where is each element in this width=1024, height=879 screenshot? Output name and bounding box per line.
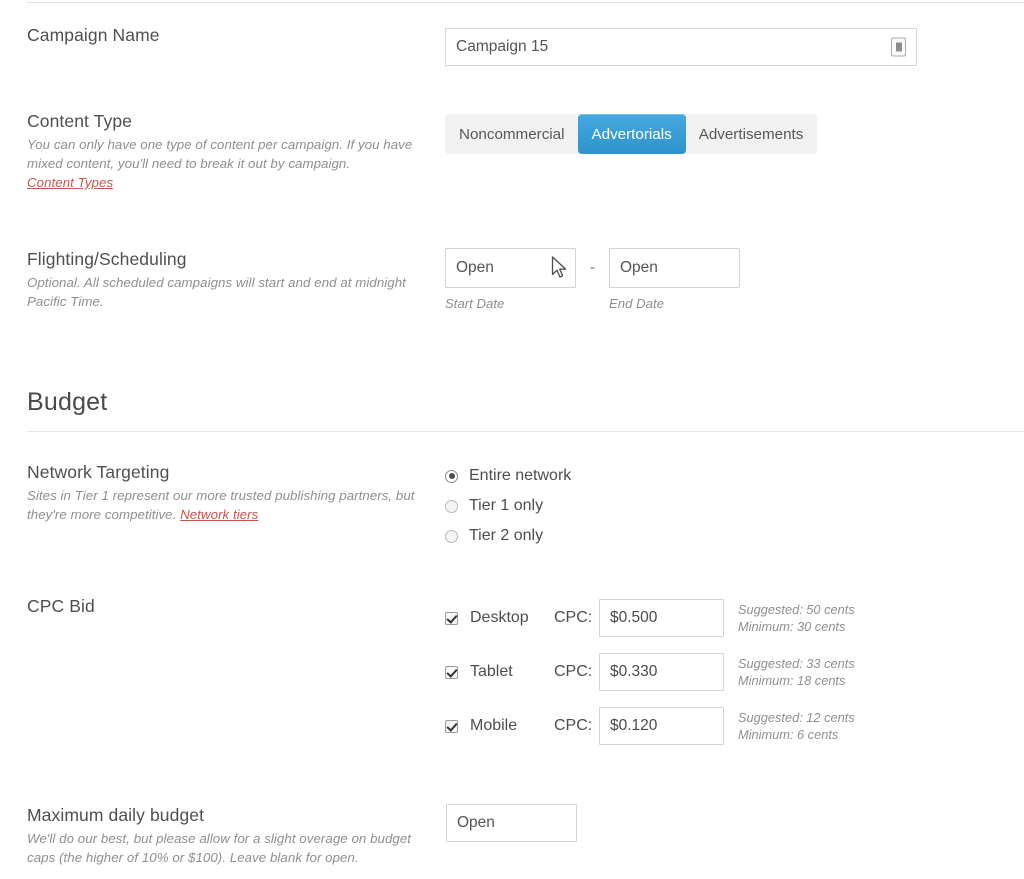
cpc-input-mobile[interactable] <box>599 707 724 745</box>
network-targeting-help: Sites in Tier 1 represent our more trust… <box>27 486 437 524</box>
radio-entire-network[interactable]: Entire network <box>445 461 571 491</box>
cpc-suggested-tablet: Suggested: 33 cents <box>738 656 855 671</box>
radio-tier-1-only-label: Tier 1 only <box>469 497 543 515</box>
network-tiers-link[interactable]: Network tiers <box>180 507 258 522</box>
budget-section-heading: Budget <box>27 388 107 417</box>
network-targeting-field-col: Entire network Tier 1 only Tier 2 only <box>445 461 571 551</box>
content-type-label-col: Content Type You can only have one type … <box>27 110 437 192</box>
max-daily-budget-field-col <box>446 804 577 842</box>
checkbox-desktop[interactable] <box>445 612 458 625</box>
content-type-help: You can only have one type of content pe… <box>27 135 437 192</box>
campaign-name-label: Campaign Name <box>27 24 437 46</box>
cpc-hint-tablet: Suggested: 33 cents Minimum: 18 cents <box>738 655 855 689</box>
radio-tier-1-only-icon[interactable] <box>445 500 458 513</box>
max-daily-budget-help: We'll do our best, but please allow for … <box>27 829 437 867</box>
cpc-input-desktop[interactable] <box>599 599 724 637</box>
radio-entire-network-icon[interactable] <box>445 470 458 483</box>
flighting-help: Optional. All scheduled campaigns will s… <box>27 273 437 311</box>
max-daily-budget-label: Maximum daily budget <box>27 804 437 826</box>
cpc-bid-label-col: CPC Bid <box>27 595 437 617</box>
tab-advertorials[interactable]: Advertorials <box>578 114 686 154</box>
cpc-minimum-tablet: Minimum: 18 cents <box>738 673 845 688</box>
cpc-word-mobile: CPC: <box>554 717 599 735</box>
cpc-suggested-desktop: Suggested: 50 cents <box>738 602 855 617</box>
cpc-word-tablet: CPC: <box>554 663 599 681</box>
cpc-row-tablet: Tablet CPC: Suggested: 33 cents Minimum:… <box>445 645 855 699</box>
end-date-caption: End Date <box>609 296 740 311</box>
content-type-tab-group: Noncommercial Advertorials Advertisement… <box>445 114 817 154</box>
campaign-settings-form: Campaign Name Content Type You can only … <box>0 0 1024 879</box>
cpc-word-desktop: CPC: <box>554 609 599 627</box>
content-type-label: Content Type <box>27 110 437 132</box>
content-type-field-col: Noncommercial Advertorials Advertisement… <box>445 114 817 154</box>
flighting-label-col: Flighting/Scheduling Optional. All sched… <box>27 248 437 311</box>
cpc-hint-desktop: Suggested: 50 cents Minimum: 30 cents <box>738 601 855 635</box>
cpc-bid-field-col: Desktop CPC: Suggested: 50 cents Minimum… <box>445 591 855 753</box>
cpc-input-tablet[interactable] <box>599 653 724 691</box>
campaign-name-field-col <box>445 28 917 66</box>
campaign-name-input-wrap <box>445 28 917 66</box>
date-range-separator: - <box>590 248 595 288</box>
cpc-row-desktop: Desktop CPC: Suggested: 50 cents Minimum… <box>445 591 855 645</box>
cpc-suggested-mobile: Suggested: 12 cents <box>738 710 855 725</box>
content-type-help-text: You can only have one type of content pe… <box>27 137 412 171</box>
radio-tier-2-only[interactable]: Tier 2 only <box>445 521 571 551</box>
tab-advertisements[interactable]: Advertisements <box>685 114 818 154</box>
start-date-input[interactable] <box>445 248 576 288</box>
cpc-bid-label: CPC Bid <box>27 595 437 617</box>
start-date-block: Start Date <box>445 248 576 311</box>
network-targeting-label: Network Targeting <box>27 461 437 483</box>
flighting-label: Flighting/Scheduling <box>27 248 437 270</box>
network-targeting-label-col: Network Targeting Sites in Tier 1 repres… <box>27 461 437 524</box>
content-types-link[interactable]: Content Types <box>27 175 113 190</box>
checkbox-tablet[interactable] <box>445 666 458 679</box>
checkbox-mobile[interactable] <box>445 720 458 733</box>
campaign-name-label-col: Campaign Name <box>27 24 437 46</box>
radio-tier-2-only-icon[interactable] <box>445 530 458 543</box>
cpc-hint-mobile: Suggested: 12 cents Minimum: 6 cents <box>738 709 855 743</box>
device-label-desktop: Desktop <box>470 609 554 627</box>
start-date-caption: Start Date <box>445 296 576 311</box>
end-date-input[interactable] <box>609 248 740 288</box>
radio-entire-network-label: Entire network <box>469 467 571 485</box>
end-date-block: End Date <box>609 248 740 311</box>
tab-noncommercial[interactable]: Noncommercial <box>445 114 579 154</box>
flighting-field-col: Start Date - End Date <box>445 248 740 311</box>
max-daily-budget-label-col: Maximum daily budget We'll do our best, … <box>27 804 437 867</box>
top-divider <box>27 2 1024 3</box>
date-range-group: Start Date - End Date <box>445 248 740 311</box>
device-label-tablet: Tablet <box>470 663 554 681</box>
budget-section-divider <box>27 431 1024 432</box>
cpc-row-mobile: Mobile CPC: Suggested: 12 cents Minimum:… <box>445 699 855 753</box>
max-daily-budget-input[interactable] <box>446 804 577 842</box>
device-label-mobile: Mobile <box>470 717 554 735</box>
campaign-name-input[interactable] <box>445 28 917 66</box>
radio-tier-2-only-label: Tier 2 only <box>469 527 543 545</box>
cpc-minimum-mobile: Minimum: 6 cents <box>738 727 838 742</box>
cpc-minimum-desktop: Minimum: 30 cents <box>738 619 845 634</box>
radio-tier-1-only[interactable]: Tier 1 only <box>445 491 571 521</box>
text-field-badge-icon[interactable] <box>891 38 906 57</box>
